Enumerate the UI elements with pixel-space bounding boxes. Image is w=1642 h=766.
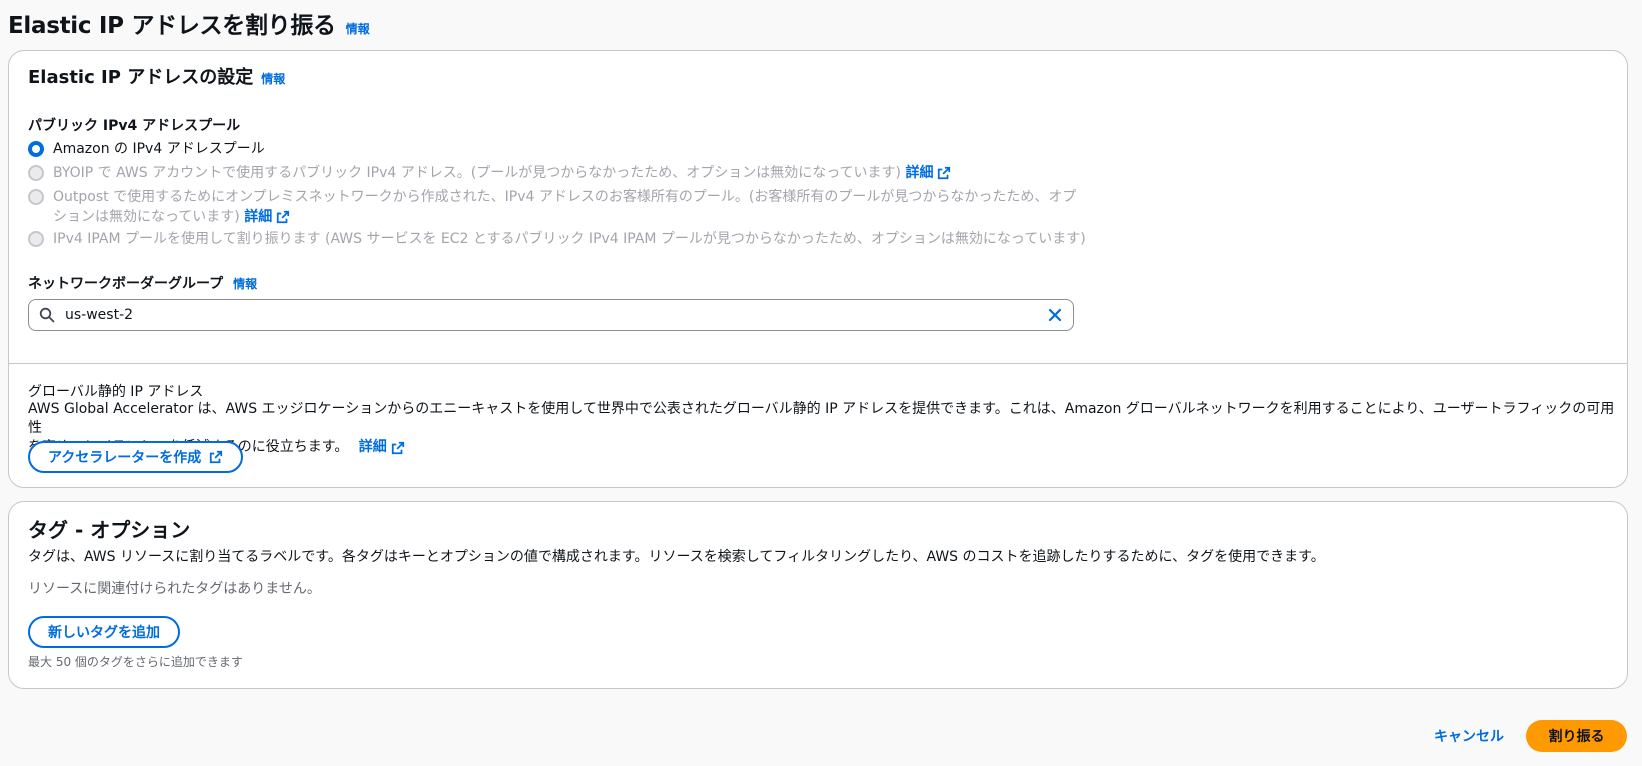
close-icon[interactable]: [1047, 307, 1063, 323]
radio-button-disabled: [28, 189, 44, 205]
tags-description: タグは、AWS リソースに割り当てるラベルです。各タグはキーとオプションの値で構…: [28, 549, 1325, 565]
global-static-ip-description: AWS Global Accelerator は、AWS エッジロケーションから…: [28, 400, 1618, 457]
add-tag-button[interactable]: 新しいタグを追加: [28, 616, 180, 648]
tags-heading: タグ - オプション: [28, 518, 191, 542]
detail-link-text: 詳細: [905, 165, 934, 181]
eip-settings-heading: Elastic IP アドレスの設定: [28, 67, 254, 88]
create-accelerator-button[interactable]: アクセラレーターを作成: [28, 441, 244, 473]
eip-settings-header: Elastic IP アドレスの設定 情報: [28, 63, 285, 89]
no-tags-message: リソースに関連付けられたタグはありません。: [28, 581, 321, 597]
nbg-search-field[interactable]: [28, 299, 1074, 331]
radio-button-disabled: [28, 231, 44, 247]
pool-option-text-cont: ションは無効になっています): [53, 209, 240, 225]
tags-limit-hint: 最大 50 個のタグをさらに追加できます: [28, 655, 243, 669]
pool-option-ipam: IPv4 IPAM プールを使用して割り振ります (AWS サービスを EC2 …: [28, 229, 1086, 249]
external-link-icon: [938, 166, 951, 180]
pool-option-label: Outpost で使用するためにオンプレミスネットワークから作成された、IPv4…: [53, 187, 1076, 227]
external-link-icon: [210, 450, 223, 464]
outpost-detail-link[interactable]: 詳細: [244, 207, 290, 227]
search-icon: [39, 307, 55, 323]
pool-option-label: IPv4 IPAM プールを使用して割り振ります (AWS サービスを EC2 …: [53, 231, 1086, 247]
button-label: アクセラレーターを作成: [48, 450, 202, 466]
pool-option-outpost: Outpost で使用するためにオンプレミスネットワークから作成された、IPv4…: [28, 187, 1076, 227]
page-info-link[interactable]: 情報: [346, 20, 370, 37]
pool-option-amazon[interactable]: Amazon の IPv4 アドレスプール: [28, 139, 265, 159]
gsip-detail-link[interactable]: 詳細: [359, 438, 405, 457]
gsip-desc-line1: AWS Global Accelerator は、AWS エッジロケーションから…: [28, 401, 1615, 436]
page-header: Elastic IP アドレスを割り振る 情報: [8, 6, 370, 40]
nbg-search-input[interactable]: [65, 307, 1047, 323]
nbg-label-row: ネットワークボーダーグループ 情報: [28, 273, 257, 293]
nbg-label: ネットワークボーダーグループ: [28, 276, 224, 292]
global-static-ip-title: グローバル静的 IP アドレス: [28, 384, 204, 400]
page-title: Elastic IP アドレスを割り振る: [8, 13, 336, 39]
pool-option-label: Amazon の IPv4 アドレスプール: [53, 141, 265, 157]
tags-panel: タグ - オプション タグは、AWS リソースに割り当てるラベルです。各タグはキ…: [8, 501, 1628, 689]
section-divider: [9, 363, 1627, 364]
pool-label: パブリック IPv4 アドレスプール: [28, 118, 241, 134]
cancel-button[interactable]: キャンセル: [1434, 726, 1504, 746]
nbg-info-link[interactable]: 情報: [233, 275, 257, 292]
button-label: 新しいタグを追加: [48, 625, 160, 641]
eip-settings-panel: Elastic IP アドレスの設定 情報 パブリック IPv4 アドレスプール…: [8, 50, 1628, 488]
detail-link-text: 詳細: [358, 439, 387, 455]
eip-settings-info-link[interactable]: 情報: [261, 70, 285, 87]
radio-button-selected[interactable]: [28, 141, 44, 157]
byoip-detail-link[interactable]: 詳細: [905, 163, 951, 183]
external-link-icon: [391, 441, 404, 454]
pool-option-text: Outpost で使用するためにオンプレミスネットワークから作成された、IPv4…: [53, 189, 1077, 205]
detail-link-text: 詳細: [244, 209, 273, 225]
allocate-button[interactable]: 割り振る: [1526, 720, 1627, 752]
pool-option-text: BYOIP で AWS アカウントで使用するパブリック IPv4 アドレス。(プ…: [53, 165, 901, 181]
pool-option-label: BYOIP で AWS アカウントで使用するパブリック IPv4 アドレス。(プ…: [53, 163, 951, 183]
external-link-icon: [277, 210, 290, 224]
pool-option-byoip: BYOIP で AWS アカウントで使用するパブリック IPv4 アドレス。(プ…: [28, 163, 951, 183]
radio-button-disabled: [28, 165, 44, 181]
